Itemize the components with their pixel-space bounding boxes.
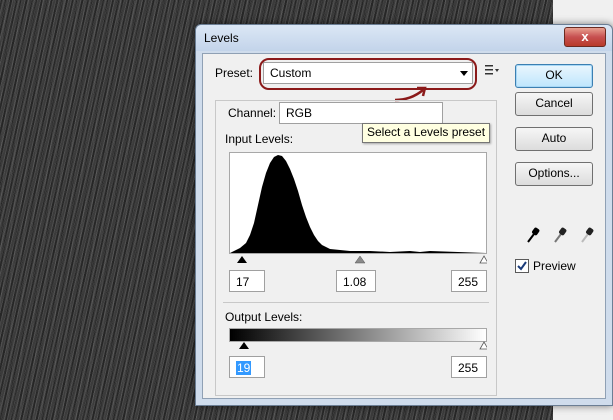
output-slider[interactable]: [229, 340, 487, 350]
black-eyedropper-icon[interactable]: [525, 226, 541, 244]
output-white-field[interactable]: 255: [451, 356, 487, 378]
checkmark-icon: [517, 261, 527, 271]
preset-label: Preset:: [215, 66, 254, 80]
input-white-field[interactable]: 255: [451, 270, 487, 292]
input-slider[interactable]: [229, 254, 487, 264]
annotation-ellipse: [259, 58, 477, 90]
channel-dropdown[interactable]: RGB: [279, 102, 443, 124]
gray-eyedropper-icon[interactable]: [552, 226, 568, 244]
preview-label: Preview: [533, 259, 576, 273]
options-button[interactable]: Options...: [515, 162, 593, 186]
output-black-field[interactable]: 19: [229, 356, 265, 378]
input-gamma-slider[interactable]: [354, 255, 366, 264]
output-black-slider[interactable]: [239, 342, 249, 349]
channel-label: Channel:: [225, 106, 280, 120]
close-icon: x: [581, 29, 589, 44]
levels-dialog: Levels x Preset: Custom Channel: RGB Sel…: [195, 24, 613, 406]
output-white-slider[interactable]: [479, 341, 487, 350]
output-black-value: 19: [236, 361, 252, 375]
close-button[interactable]: x: [564, 27, 606, 47]
histogram-graph: [230, 155, 486, 253]
histogram: [229, 152, 487, 254]
titlebar: Levels x: [196, 25, 612, 51]
dialog-body: Preset: Custom Channel: RGB Select a Lev…: [202, 53, 606, 399]
white-eyedropper-icon[interactable]: [579, 226, 595, 244]
channel-value: RGB: [286, 106, 313, 120]
input-white-slider[interactable]: [479, 255, 487, 264]
cancel-button[interactable]: Cancel: [515, 92, 593, 116]
auto-button[interactable]: Auto: [515, 127, 593, 151]
dialog-title: Levels: [204, 31, 239, 45]
input-levels-label: Input Levels:: [225, 132, 294, 146]
input-gamma-field[interactable]: 1.08: [336, 270, 376, 292]
annotation-arrow: [394, 86, 427, 102]
preview-checkbox[interactable]: [515, 259, 529, 273]
divider: [223, 302, 489, 303]
output-levels-label: Output Levels:: [225, 310, 303, 324]
list-options-icon[interactable]: [485, 64, 499, 76]
input-black-slider[interactable]: [237, 256, 247, 263]
input-black-field[interactable]: 17: [229, 270, 265, 292]
preset-tooltip: Select a Levels preset: [362, 123, 491, 143]
ok-button[interactable]: OK: [515, 64, 593, 88]
